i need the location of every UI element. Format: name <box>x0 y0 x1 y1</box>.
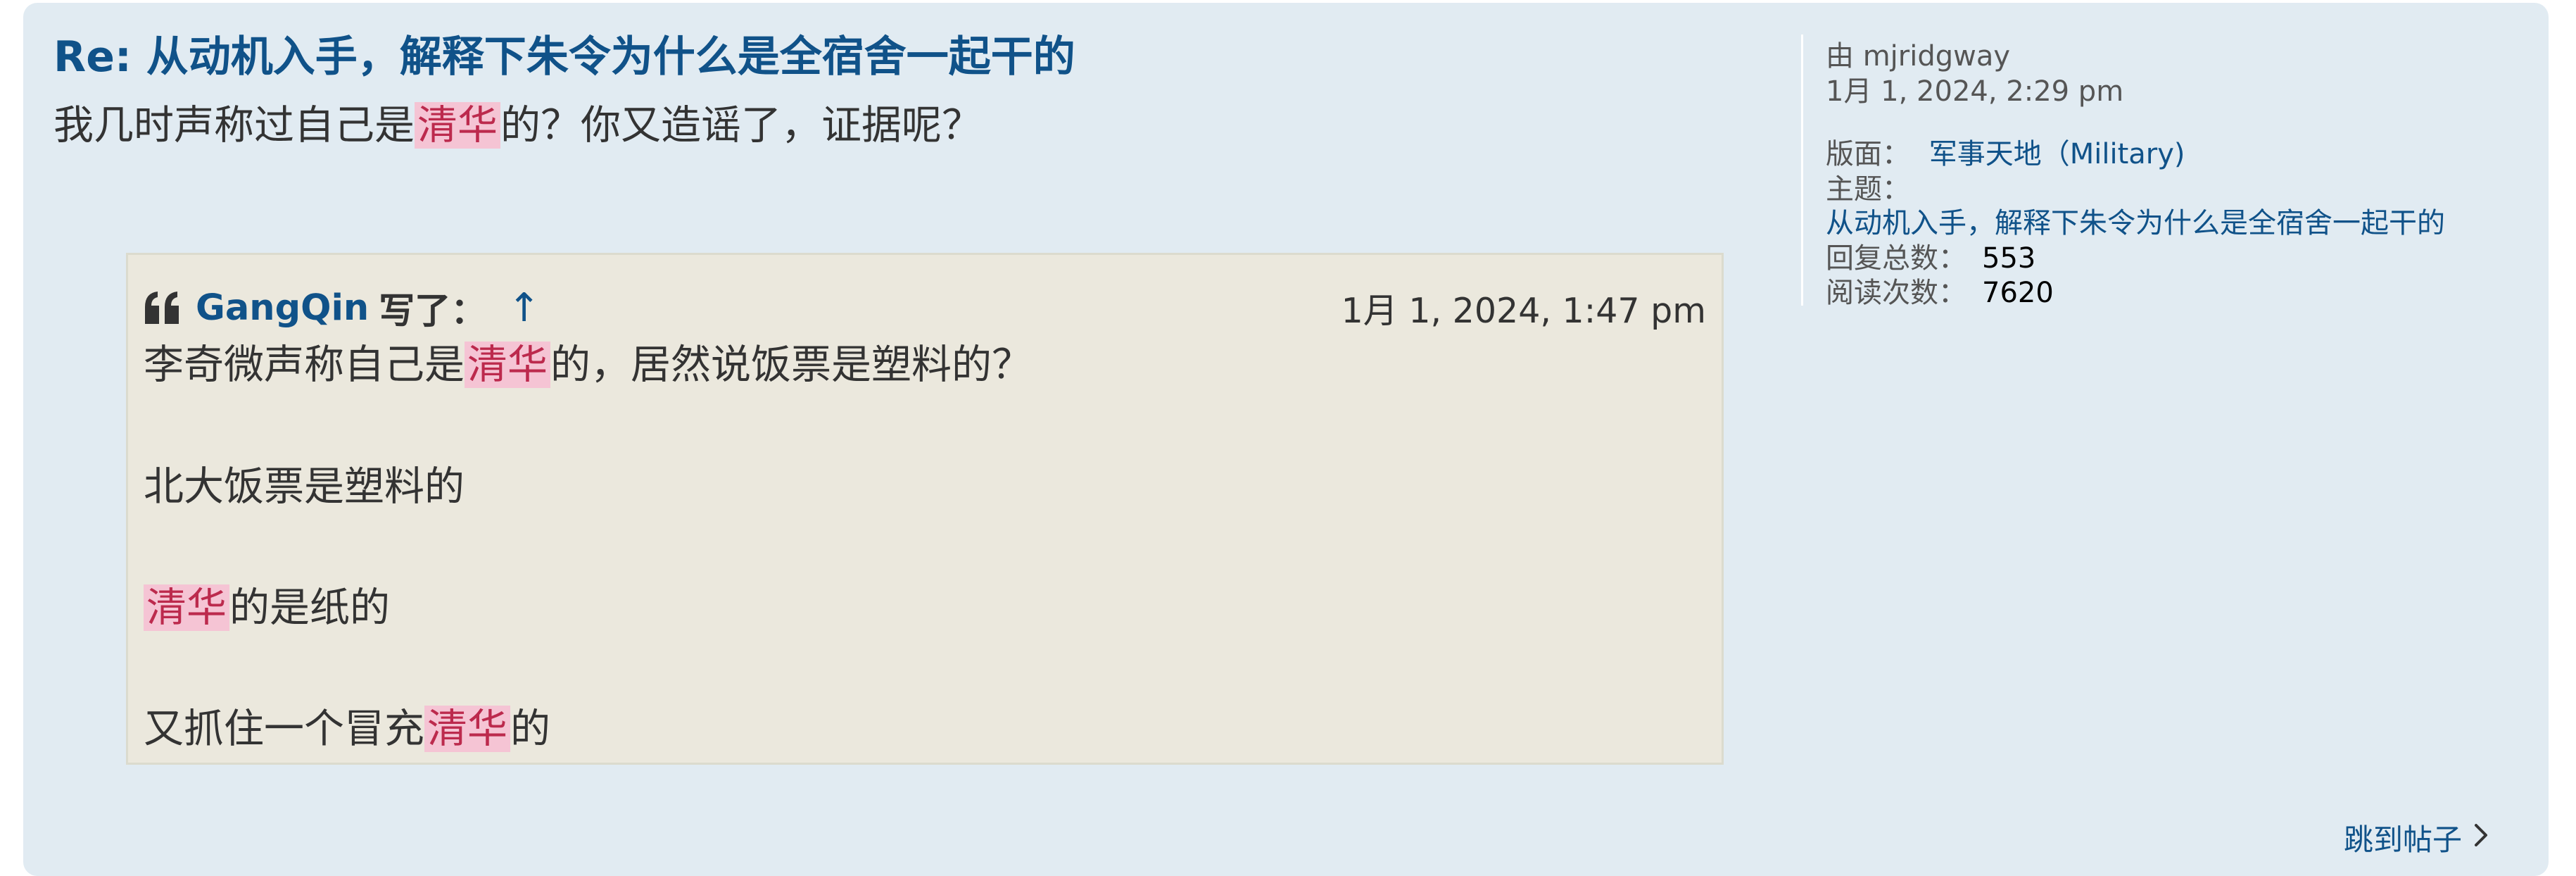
quote-text: 又抓住一个冒充 <box>144 706 424 752</box>
meta-forum-link[interactable]: 军事天地（Military) <box>1929 138 2185 170</box>
jump-to-post-link[interactable]: 跳到帖子 <box>2344 816 2489 859</box>
quote-date: 1月 1, 2024, 1:47 pm <box>1341 291 1706 331</box>
post-body-text: 我几时声称过自己是 <box>53 102 415 149</box>
search-highlight: 清华 <box>144 584 229 631</box>
quote-text: 的，居然说饭票是塑料的？ <box>550 342 1032 388</box>
chevron-right-icon <box>2473 820 2489 856</box>
jump-to-post-label: 跳到帖子 <box>2343 822 2462 857</box>
quote-block: GangQin 写了： ↑ 1月 1, 2024, 1:47 pm 李奇微声称自… <box>126 253 1724 765</box>
quote-line: 北大饭票是塑料的 <box>144 454 465 512</box>
quote-text: 北大饭票是塑料的 <box>144 463 465 510</box>
quote-wrote-label: 写了： <box>379 291 487 332</box>
post-body-text: 的？你又造谣了，证据呢？ <box>500 102 982 149</box>
quote-line: 清华的是纸的 <box>144 575 390 633</box>
post-title: Re: 从动机入手，解释下朱令为什么是全宿舍一起干的 <box>53 23 1075 84</box>
quote-line: 又抓住一个冒充清华的 <box>144 696 550 754</box>
quote-text: 的是纸的 <box>229 584 390 631</box>
quote-text: 李奇微声称自己是 <box>144 342 465 388</box>
post-body: 我几时声称过自己是清华的？你又造谣了，证据呢？ <box>53 93 982 151</box>
post-title-link[interactable]: Re: 从动机入手，解释下朱令为什么是全宿舍一起干的 <box>53 32 1075 82</box>
meta-views-label: 阅读次数： <box>1826 277 1966 309</box>
quote-header: GangQin 写了： ↑ <box>144 282 541 334</box>
quote-icon <box>144 290 182 325</box>
up-arrow-icon[interactable]: ↑ <box>507 285 541 331</box>
search-highlight: 清华 <box>415 102 500 149</box>
meta-views-value: 7620 <box>1982 277 2054 309</box>
post-card: Re: 从动机入手，解释下朱令为什么是全宿舍一起干的 我几时声称过自己是清华的？… <box>23 3 2549 876</box>
sidebar-divider <box>1801 35 1803 306</box>
quote-line: 李奇微声称自己是清华的，居然说饭票是塑料的？ <box>144 332 1032 390</box>
search-highlight: 清华 <box>424 706 510 752</box>
post-date-text: 1月 1, 2024, 2:29 pm <box>1826 75 2124 108</box>
search-highlight: 清华 <box>465 342 550 388</box>
meta-views: 阅读次数： 7620 <box>1826 270 2054 311</box>
post-date: 1月 1, 2024, 2:29 pm <box>1826 68 2123 109</box>
quote-author-link[interactable]: GangQin <box>196 287 369 329</box>
quote-text: 的 <box>510 706 550 752</box>
